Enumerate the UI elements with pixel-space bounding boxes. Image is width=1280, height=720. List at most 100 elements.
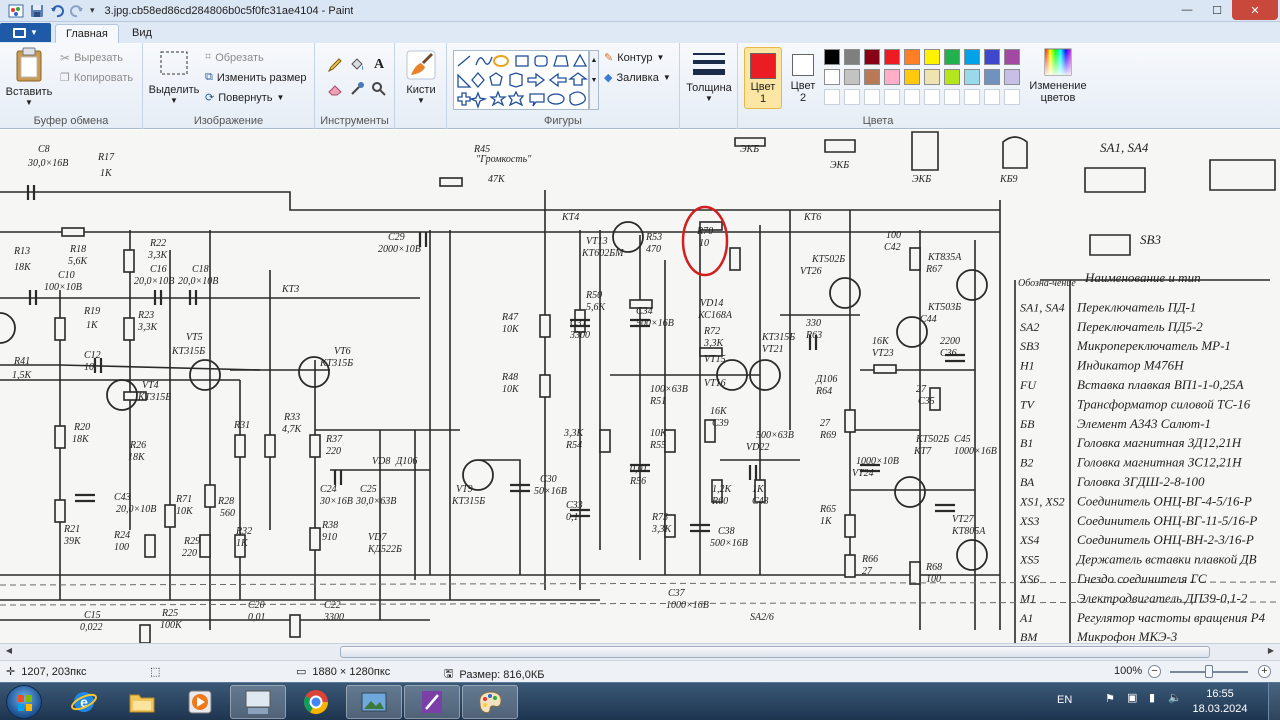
signal-icon[interactable]: ▮	[1149, 691, 1155, 704]
tab-view[interactable]: Вид	[122, 24, 162, 43]
taskbar-photo-viewer[interactable]	[346, 685, 402, 719]
size-button[interactable]: Толщина ▼	[684, 51, 734, 103]
taskbar-paint[interactable]	[462, 685, 518, 719]
schematic-label: КТ315Б	[451, 496, 485, 507]
scroll-right-icon[interactable]: ▶	[1264, 646, 1278, 658]
palette-swatch[interactable]	[944, 49, 960, 65]
palette-swatch[interactable]	[844, 49, 860, 65]
save-icon[interactable]	[30, 4, 44, 18]
menu-icon	[13, 27, 27, 38]
schematic-label: 16К	[872, 336, 890, 347]
clipboard-icon	[16, 47, 42, 82]
pencil-icon[interactable]	[325, 55, 345, 75]
magnifier-icon[interactable]	[369, 79, 389, 99]
palette-empty-slot[interactable]	[904, 89, 920, 105]
undo-icon[interactable]	[50, 4, 64, 18]
taskbar-file-explorer[interactable]	[114, 685, 170, 719]
palette-swatch[interactable]	[1004, 49, 1020, 65]
palette-swatch[interactable]	[884, 69, 900, 85]
start-button[interactable]	[6, 685, 42, 719]
schematic-label: R70	[696, 226, 713, 237]
drawing-canvas[interactable]: C830,0×16ВR171КR1318КR185,6КR223,3КC1010…	[0, 130, 1280, 643]
file-menu-button[interactable]: ▼	[0, 23, 51, 42]
edit-colors-button[interactable]: Изменение цветов	[1028, 47, 1088, 104]
palette-swatch[interactable]	[864, 49, 880, 65]
text-tool-icon[interactable]: A	[369, 55, 389, 75]
palette-empty-slot[interactable]	[924, 89, 940, 105]
system-clock[interactable]: 16:55 18.03.2024	[1190, 687, 1250, 717]
action-center-icon[interactable]: ⚑	[1105, 692, 1115, 705]
paint-app-icon[interactable]	[8, 3, 24, 19]
taskbar-onenote[interactable]	[404, 685, 460, 719]
crop-button[interactable]: ⌗ Обрезать	[205, 51, 264, 64]
rotate-button[interactable]: ⟳ Повернуть ▼	[205, 91, 284, 105]
legend-row-name: Электродвигатель ДП39-0,1-2	[1077, 590, 1248, 605]
minimize-button[interactable]: —	[1172, 0, 1202, 20]
redo-icon[interactable]	[70, 4, 84, 18]
scroll-left-icon[interactable]: ◀	[2, 646, 16, 658]
schematic-label: VT15	[704, 354, 726, 365]
palette-swatch[interactable]	[884, 49, 900, 65]
taskbar-internet-explorer[interactable]: e	[56, 685, 112, 719]
select-button[interactable]: Выделить ▼	[147, 49, 201, 105]
volume-icon[interactable]: 🔈	[1168, 691, 1182, 704]
cut-button[interactable]: ✂ Вырезать	[60, 51, 123, 65]
palette-empty-slot[interactable]	[844, 89, 860, 105]
palette-empty-slot[interactable]	[824, 89, 840, 105]
schematic-label: 16К	[710, 406, 728, 417]
canvas-viewport[interactable]: C8 30,0×16В R17 1К R13 18К R18 5,6К R22 3,3К C10 10…	[0, 130, 1280, 643]
scrollbar-thumb[interactable]	[340, 646, 1210, 658]
palette-empty-slot[interactable]	[884, 89, 900, 105]
palette-empty-slot[interactable]	[964, 89, 980, 105]
schematic-label: 3,3К	[703, 338, 725, 349]
tab-home[interactable]: Главная	[55, 24, 119, 43]
resize-button[interactable]: ⧉ Изменить размер	[205, 71, 307, 84]
color2-button[interactable]: Цвет 2	[786, 47, 820, 109]
taskbar-chrome[interactable]	[288, 685, 344, 719]
zoom-slider-thumb[interactable]	[1205, 665, 1213, 678]
network-icon[interactable]: ▣	[1127, 691, 1137, 704]
palette-swatch[interactable]	[924, 69, 940, 85]
eraser-icon[interactable]	[325, 79, 345, 99]
color1-button[interactable]: Цвет 1	[744, 47, 782, 109]
palette-empty-slot[interactable]	[864, 89, 880, 105]
palette-swatch[interactable]	[1004, 69, 1020, 85]
taskbar-keyboard-app[interactable]	[230, 685, 286, 719]
paste-button[interactable]: Вставить ▼	[4, 47, 54, 107]
shapes-gallery-scroll[interactable]: ▲ ▼	[589, 50, 599, 110]
palette-swatch[interactable]	[984, 69, 1000, 85]
palette-swatch[interactable]	[904, 49, 920, 65]
language-indicator[interactable]: EN	[1057, 694, 1072, 706]
copy-button[interactable]: ❐ Копировать	[60, 71, 133, 85]
shapes-gallery[interactable]	[453, 50, 589, 110]
outline-button[interactable]: ✎ Контур ▼	[604, 51, 664, 65]
legend-row-name: Головка магнитная ЗС12,21Н	[1076, 455, 1242, 470]
fill-bucket-icon[interactable]	[347, 55, 367, 75]
maximize-button[interactable]: ☐	[1202, 0, 1232, 20]
taskbar-media-player[interactable]	[172, 685, 228, 719]
color-picker-icon[interactable]	[347, 79, 367, 99]
palette-swatch[interactable]	[824, 49, 840, 65]
palette-empty-slot[interactable]	[1004, 89, 1020, 105]
palette-empty-slot[interactable]	[944, 89, 960, 105]
palette-swatch[interactable]	[904, 69, 920, 85]
palette-empty-slot[interactable]	[984, 89, 1000, 105]
zoom-out-button[interactable]: −	[1148, 665, 1161, 678]
palette-swatch[interactable]	[964, 69, 980, 85]
palette-swatch[interactable]	[964, 49, 980, 65]
palette-swatch[interactable]	[864, 69, 880, 85]
palette-swatch[interactable]	[944, 69, 960, 85]
qat-customize-icon[interactable]: ▾	[90, 5, 95, 16]
palette-swatch[interactable]	[924, 49, 940, 65]
show-desktop-button[interactable]	[1268, 683, 1280, 720]
zoom-in-button[interactable]: +	[1258, 665, 1271, 678]
close-button[interactable]: ✕	[1232, 0, 1278, 20]
brushes-label: Кисти	[406, 84, 436, 96]
horizontal-scrollbar[interactable]: ◀ ▶	[0, 643, 1280, 660]
palette-swatch[interactable]	[844, 69, 860, 85]
fill-button[interactable]: ◆ Заливка ▼	[604, 71, 671, 85]
brushes-button[interactable]: Кисти ▼	[401, 49, 441, 105]
group-brushes: Кисти ▼	[395, 43, 447, 129]
palette-swatch[interactable]	[984, 49, 1000, 65]
palette-swatch[interactable]	[824, 69, 840, 85]
